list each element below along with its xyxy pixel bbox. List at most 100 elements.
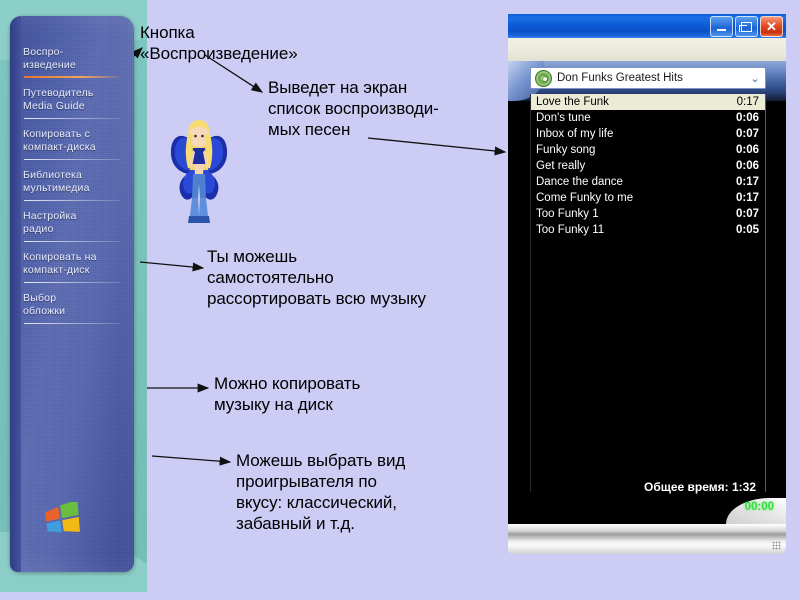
resize-grip-icon[interactable]: [772, 541, 781, 550]
track-duration: 0:17: [736, 96, 759, 108]
sidebar-item-copy-from-cd[interactable]: Копировать с компакт-диска: [23, 126, 128, 161]
window-titlebar[interactable]: ✕: [508, 14, 786, 39]
arrow-to-skin-text: [151, 455, 232, 466]
track-name: Get really: [536, 160, 586, 172]
sidebar-item-play[interactable]: Воспро- изведение: [23, 44, 128, 79]
sidebar-item-skin-chooser-line2: обложки: [23, 304, 66, 317]
restore-button[interactable]: [735, 16, 758, 37]
track-name: Too Funky 11: [536, 224, 605, 236]
track-duration: 0:06: [735, 112, 759, 124]
player-body: Don Funks Greatest Hits ⌄ Love the Funk …: [508, 61, 786, 524]
elapsed-time-display: 00:00: [744, 501, 774, 513]
track-name: Love the Funk: [536, 96, 609, 108]
annotation-choose-skin-line2: проигрывателя по: [236, 472, 377, 491]
divider: [24, 76, 120, 78]
sidebar-item-copy-to-cd[interactable]: Копировать на компакт-диск: [23, 249, 128, 284]
annotation-copy-music-line1: Можно копировать: [214, 374, 361, 393]
player-statusbar: 00:00: [508, 498, 786, 524]
sidebar-item-media-guide[interactable]: Путеводитель Media Guide: [23, 85, 128, 120]
track-name: Funky song: [536, 144, 596, 156]
sidebar-item-radio-tuner[interactable]: Настройка радио: [23, 208, 128, 243]
close-icon: ✕: [766, 18, 777, 34]
annotation-sort-music-line2: самостоятельно: [207, 268, 334, 287]
minimize-button[interactable]: [710, 16, 733, 37]
track-name: Too Funky 1: [536, 208, 599, 220]
sidebar-item-copy-to-cd-line1: Копировать на: [23, 251, 97, 263]
wmp-sidebar-photo: Воспро- изведение Путеводитель Media Gui…: [0, 0, 147, 592]
annotation-playlist-display-line2: список воспроизводи-: [268, 99, 439, 118]
annotation-play-button-line1: Кнопка: [140, 23, 195, 42]
playlist-row[interactable]: Dance the dance 0:17: [531, 174, 765, 190]
playlist-row[interactable]: Funky song 0:06: [531, 142, 765, 158]
total-time-label: Общее время: 1:32: [643, 480, 756, 494]
sidebar-item-media-library-line2: мультимедиа: [23, 181, 90, 194]
window-controls: ✕: [710, 16, 783, 37]
track-name: Dance the dance: [536, 176, 623, 188]
sidebar-item-radio-tuner-line1: Настройка: [23, 210, 77, 222]
annotation-playlist-display-line3: мых песен: [268, 120, 351, 139]
track-name: Inbox of my life: [536, 128, 614, 140]
wmp-nav-panel: Воспро- изведение Путеводитель Media Gui…: [10, 16, 134, 572]
sidebar-item-copy-from-cd-line2: компакт-диска: [23, 140, 96, 153]
chevron-down-icon: ⌄: [750, 71, 760, 85]
sidebar-item-media-library-line1: Библиотека: [23, 169, 83, 181]
annotation-playlist-display: Выведет на экран список воспроизводи- мы…: [268, 77, 503, 140]
divider: [24, 200, 120, 201]
track-duration: 0:17: [735, 176, 759, 188]
playlist-selector-value: Don Funks Greatest Hits: [557, 72, 683, 84]
playlist-row[interactable]: Get really 0:06: [531, 158, 765, 174]
annotation-copy-music-line2: музыку на диск: [214, 395, 333, 414]
track-duration: 0:06: [735, 160, 759, 172]
annotation-sort-music-line1: Ты можешь: [207, 247, 297, 266]
sidebar-item-media-library[interactable]: Библиотека мультимедиа: [23, 167, 128, 202]
track-duration: 0:06: [735, 144, 759, 156]
playlist-row[interactable]: Inbox of my life 0:07: [531, 126, 765, 142]
panel-left-edge: [10, 16, 21, 572]
playlist-row[interactable]: Too Funky 11 0:05: [531, 222, 765, 238]
track-name: Don's tune: [536, 112, 591, 124]
sidebar-item-skin-chooser-line1: Выбор: [23, 292, 57, 304]
playlist-row[interactable]: Don's tune 0:06: [531, 110, 765, 126]
playlist[interactable]: Love the Funk 0:17 Don's tune 0:06 Inbox…: [530, 94, 766, 492]
window-menubar[interactable]: [508, 38, 786, 62]
close-button[interactable]: ✕: [760, 16, 783, 37]
playlist-row[interactable]: Love the Funk 0:17: [531, 94, 765, 110]
sidebar-item-play-line1: Воспро-: [23, 46, 64, 58]
divider: [24, 323, 120, 324]
playlist-selector-dropdown[interactable]: Don Funks Greatest Hits ⌄: [530, 67, 766, 89]
windows-flag-logo-icon: [44, 502, 80, 533]
sidebar-item-copy-from-cd-line1: Копировать с: [23, 128, 91, 140]
track-name: Come Funky to me: [536, 192, 634, 204]
cd-disc-icon: [535, 69, 552, 87]
track-duration: 0:17: [735, 192, 759, 204]
annotation-sort-music: Ты можешь самостоятельно рассортировать …: [207, 246, 497, 309]
divider: [24, 241, 120, 242]
divider: [24, 118, 120, 119]
player-chrome-base: [508, 524, 786, 554]
annotation-sort-music-line3: рассортировать всю музыку: [207, 289, 426, 308]
playlist-row[interactable]: Too Funky 1 0:07: [531, 206, 765, 222]
arrow-to-sort-text: [139, 261, 205, 272]
annotation-play-button: Кнопка «Воспроизведение»: [140, 22, 340, 64]
annotation-copy-music: Можно копировать музыку на диск: [214, 373, 474, 415]
playlist-row[interactable]: Come Funky to me 0:17: [531, 190, 765, 206]
sidebar-item-skin-chooser[interactable]: Выбор обложки: [23, 290, 128, 325]
annotation-playlist-display-line1: Выведет на экран: [268, 78, 408, 97]
sidebar-item-play-line2: изведение: [23, 58, 77, 71]
minimize-icon: [717, 28, 726, 31]
sidebar-item-media-guide-line2: Media Guide: [23, 99, 85, 112]
track-duration: 0:07: [735, 208, 759, 220]
track-duration: 0:07: [735, 128, 759, 140]
sidebar-item-radio-tuner-line2: радио: [23, 222, 54, 235]
divider: [24, 159, 120, 160]
annotation-choose-skin-line4: забавный и т.д.: [236, 514, 355, 533]
sidebar-item-media-guide-line1: Путеводитель: [23, 87, 94, 99]
divider: [24, 282, 120, 283]
fairy-decoration-image: [170, 120, 228, 223]
annotation-choose-skin: Можешь выбрать вид проигрывателя по вкус…: [236, 450, 486, 534]
annotation-choose-skin-line1: Можешь выбрать вид: [236, 451, 406, 470]
annotation-play-button-line2: «Воспроизведение»: [140, 44, 298, 63]
annotation-choose-skin-line3: вкусу: классический,: [236, 493, 397, 512]
sidebar-item-copy-to-cd-line2: компакт-диск: [23, 263, 90, 276]
media-player-window: ✕ Don Funks Greatest Hits ⌄ Love the Fun…: [508, 14, 786, 554]
